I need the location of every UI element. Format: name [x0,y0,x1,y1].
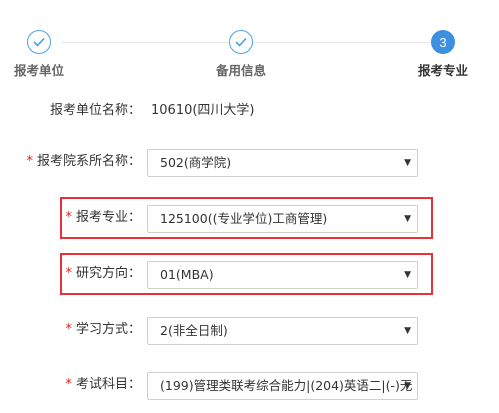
exam-subjects-label: * 考试科目： [65,377,141,392]
direction-select[interactable]: 01(MBA) ▼ [147,261,418,289]
department-label: * 报考院系所名称： [26,154,141,169]
caret-down-icon: ▼ [404,214,411,224]
department-value: 502(商学院) [160,155,232,170]
step-connector [62,42,228,43]
step-label: 备用信息 [215,63,266,78]
major-row: * 报考专业： 125100((专业学位)工商管理) ▼ [0,203,499,233]
major-label: * 报考专业： [65,210,141,225]
exam-subjects-value: (199)管理类联考综合能力|(204)英语二|(-)无 [160,378,413,393]
step-label: 报考专业 [417,63,468,78]
department-row: * 报考院系所名称： 502(商学院) ▼ [0,147,499,177]
study-mode-row: * 学习方式： 2(非全日制) ▼ [0,315,499,345]
step-connector [252,42,430,43]
direction-label: * 研究方向： [65,266,141,281]
exam-subjects-select[interactable]: (199)管理类联考综合能力|(204)英语二|(-)无 ▼ [147,372,418,400]
study-mode-value: 2(非全日制) [160,323,228,338]
major-select[interactable]: 125100((专业学位)工商管理) ▼ [147,205,418,233]
department-select[interactable]: 502(商学院) ▼ [147,149,418,177]
check-icon [27,30,51,54]
required-mark: * [65,377,72,392]
required-mark: * [65,210,72,225]
study-mode-label: * 学习方式： [65,322,141,337]
study-mode-select[interactable]: 2(非全日制) ▼ [147,317,418,345]
step-3: 3 报考专业 [412,30,474,79]
direction-row: * 研究方向： 01(MBA) ▼ [0,259,499,289]
step-2: 备用信息 [208,30,274,79]
required-mark: * [26,154,33,169]
unit-value: 10610(四川大学) [151,103,255,118]
step-number: 3 [431,30,455,54]
caret-down-icon: ▼ [404,270,411,280]
caret-down-icon: ▼ [404,381,411,391]
caret-down-icon: ▼ [404,158,411,168]
unit-row: 报考单位名称： 10610(四川大学) [0,96,499,126]
major-value: 125100((专业学位)工商管理) [160,211,328,226]
check-icon [229,30,253,54]
required-mark: * [65,322,72,337]
direction-value: 01(MBA) [160,267,214,282]
step-1: 报考单位 [8,30,70,79]
exam-subjects-row: * 考试科目： (199)管理类联考综合能力|(204)英语二|(-)无 ▼ [0,370,499,400]
required-mark: * [65,266,72,281]
unit-label: 报考单位名称： [49,103,141,118]
step-label: 报考单位 [13,63,64,78]
caret-down-icon: ▼ [404,326,411,336]
